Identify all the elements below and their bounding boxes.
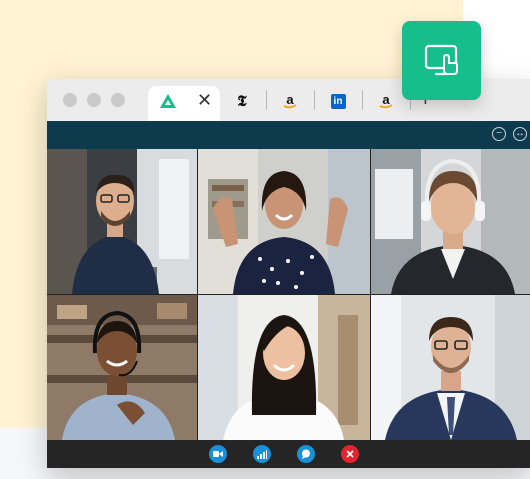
participant-tile-1[interactable] xyxy=(47,149,197,294)
signal-bars-icon[interactable] xyxy=(253,445,271,463)
participant-tile-4[interactable] xyxy=(47,295,197,440)
call-toolbar xyxy=(47,440,530,468)
participant-tile-6[interactable] xyxy=(371,295,530,440)
window-dot-minimize[interactable] xyxy=(87,93,101,107)
window-dot-close[interactable] xyxy=(63,93,77,107)
participant-tile-3[interactable] xyxy=(371,149,530,294)
svg-text:a: a xyxy=(382,92,390,107)
nyt-logo-icon[interactable]: 𝕿 xyxy=(233,92,251,110)
expand-icon[interactable]: ↔ xyxy=(513,127,527,141)
minimize-icon[interactable]: − xyxy=(492,127,506,141)
tab-separator xyxy=(314,90,315,110)
tab-separator xyxy=(266,90,267,110)
participant-grid xyxy=(47,149,530,440)
tab-close-icon[interactable]: ✕ xyxy=(197,90,212,110)
video-camera-icon[interactable] xyxy=(209,445,227,463)
brand-triangle-icon xyxy=(159,92,177,110)
browser-window: ✕ 𝕿 a in a + − ↔ xyxy=(47,79,530,468)
amazon-logo-icon[interactable]: a xyxy=(377,92,395,110)
end-call-icon[interactable] xyxy=(341,445,359,463)
chat-bubble-icon[interactable] xyxy=(297,445,315,463)
window-dot-maximize[interactable] xyxy=(111,93,125,107)
screen-share-icon xyxy=(424,44,458,75)
amazon-logo-icon[interactable]: a xyxy=(281,92,299,110)
tab-separator xyxy=(362,90,363,110)
participant-tile-2[interactable] xyxy=(198,149,370,294)
screen-share-button[interactable] xyxy=(402,21,481,100)
linkedin-letters: in xyxy=(330,93,346,109)
participant-tile-5[interactable] xyxy=(198,295,370,440)
svg-text:a: a xyxy=(286,92,294,107)
nyt-letter: 𝕿 xyxy=(237,92,247,110)
linkedin-logo-icon[interactable]: in xyxy=(329,92,347,110)
video-app-header: − ↔ xyxy=(47,121,530,149)
